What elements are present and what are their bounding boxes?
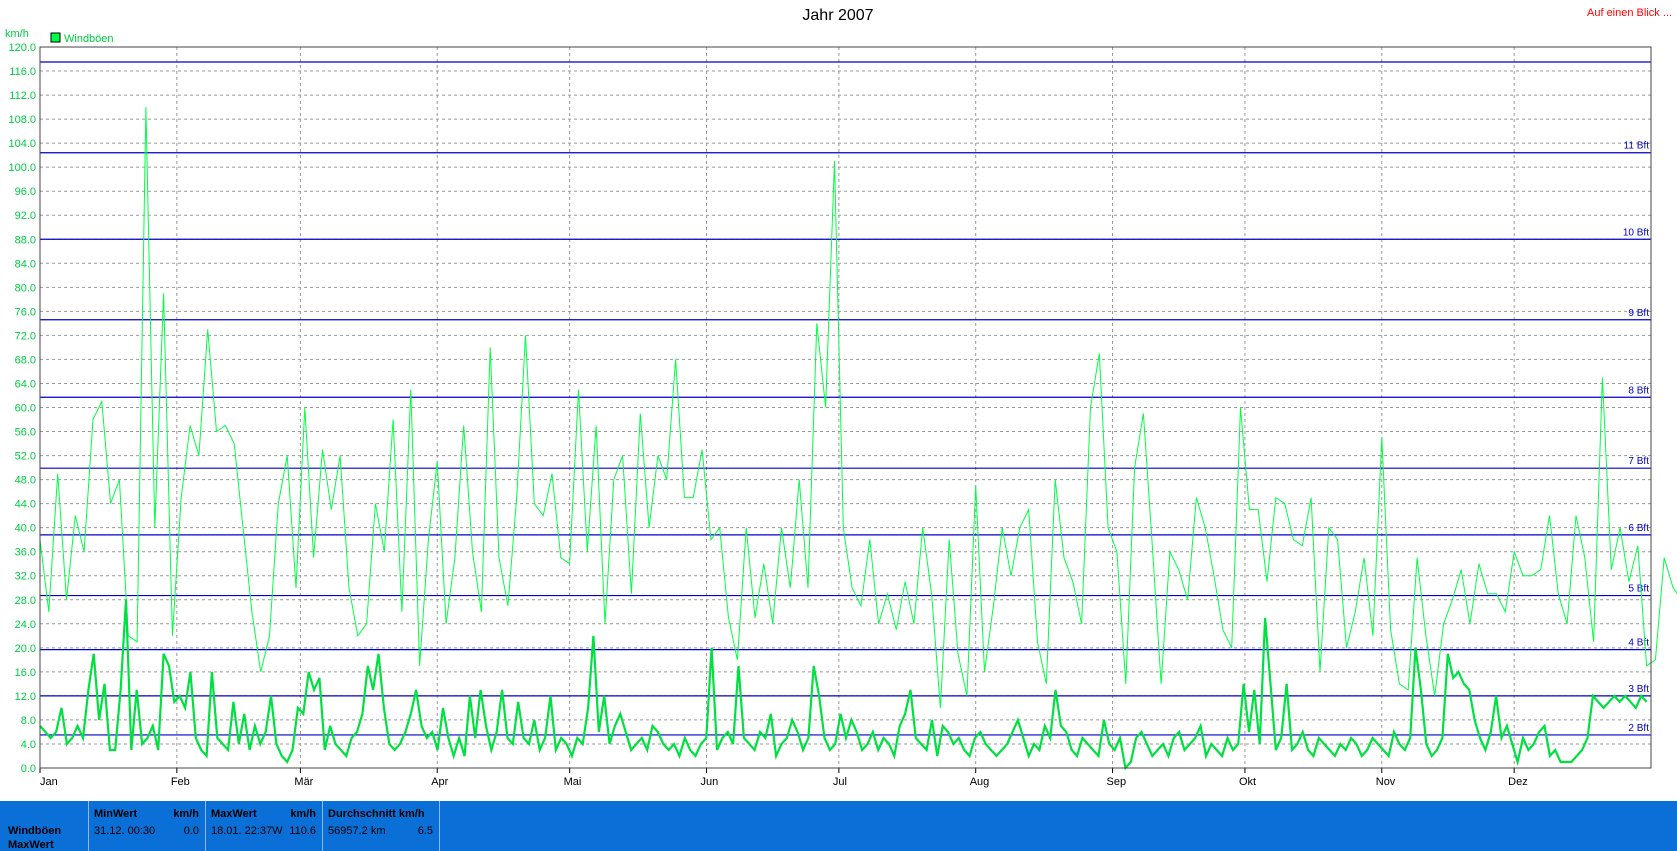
y-tick-label: 108.0 [8, 114, 36, 126]
y-axis: 0.0 4.0 8.0 12.0 16.0 20.0 24.0 28.0 32.0 36.0 40.… [8, 42, 36, 775]
x-tick-label: Apr [431, 776, 448, 788]
stats-row-label-windboeen: Windböen [8, 825, 62, 837]
y-tick-label: 8.0 [21, 715, 36, 727]
beaufort-label: 11 Bft [1624, 141, 1650, 152]
series-group [39, 107, 1677, 771]
y-tick-label: 112.0 [9, 90, 36, 102]
series-windboeen-line [39, 107, 1677, 708]
beaufort-label: 4 Bft [1628, 638, 1649, 649]
avg-value: 6.5 [417, 825, 433, 837]
x-tick-label: Okt [1239, 776, 1256, 788]
grid [40, 46, 1651, 769]
y-tick-label: 116.0 [9, 66, 36, 78]
avg-header: Durchschnitt km/h [328, 808, 425, 820]
max-unit: km/h [290, 808, 316, 820]
y-tick-label: 60.0 [15, 403, 36, 415]
min-header: MinWert [94, 808, 138, 820]
x-tick-label: Mär [294, 776, 313, 788]
y-tick-label: 100.0 [8, 162, 36, 174]
y-tick-label: 80.0 [15, 282, 36, 294]
y-tick-label: 32.0 [15, 571, 36, 583]
y-tick-label: 64.0 [15, 378, 36, 390]
y-tick-label: 0.0 [21, 763, 36, 775]
y-tick-label: 28.0 [15, 595, 36, 607]
y-tick-label: 36.0 [15, 547, 36, 559]
x-tick-label: Nov [1376, 776, 1396, 788]
chart-canvas: Jahr 2007 Auf einen Blick ... km/h Windb… [5, 7, 1677, 788]
beaufort-label: 3 Bft [1628, 684, 1649, 695]
beaufort-label: 9 Bft [1628, 308, 1649, 319]
x-tick-label: Aug [970, 776, 990, 788]
max-value: 110.6 [289, 825, 316, 837]
min-date: 31.12. 00:30 [94, 825, 156, 837]
overview-link[interactable]: Auf einen Blick ... [1587, 7, 1672, 19]
beaufort-label: 8 Bft [1628, 385, 1649, 396]
y-tick-label: 88.0 [15, 234, 36, 246]
max-date: 18.01. 22:37W [211, 825, 283, 837]
beaufort-label: 2 Bft [1628, 723, 1649, 734]
y-tick-label: 104.0 [8, 138, 36, 150]
y-tick-label: 44.0 [15, 499, 36, 511]
beaufort-lines: 2 Bft 3 Bft 4 Bft 5 Bft 6 Bft 7 Bft 8 Bft 9 Bft… [40, 61, 1651, 736]
beaufort-label: 7 Bft [1628, 456, 1649, 467]
min-unit: km/h [173, 808, 199, 820]
y-tick-label: 52.0 [15, 451, 36, 463]
beaufort-label: 5 Bft [1628, 584, 1649, 595]
avg-distance: 56957.2 km [328, 825, 386, 837]
series-windboeen-mittel-line [39, 599, 1648, 771]
y-tick-label: 12.0 [15, 691, 36, 703]
stats-bar: Windböen MaxWert MinWert km/h 31.12. 00:… [0, 801, 1677, 851]
x-tick-label: Jan [40, 776, 58, 788]
stats-row-label-maxwert: MaxWert [8, 839, 54, 851]
stats-max-column: MaxWert km/h 18.01. 22:37W 110.6 [206, 801, 323, 851]
x-tick-label: Jun [700, 776, 718, 788]
y-tick-label: 20.0 [15, 643, 36, 655]
y-tick-label: 40.0 [15, 523, 36, 535]
y-tick-label: 72.0 [15, 330, 36, 342]
x-tick-label: Dez [1508, 776, 1528, 788]
max-header: MaxWert [211, 808, 257, 820]
beaufort-label: 6 Bft [1628, 523, 1649, 534]
y-tick-label: 56.0 [15, 427, 36, 439]
x-axis: Jan Feb Mär Apr Mai Jun Jul Aug Sep Okt Nov Dez [39, 768, 1528, 788]
y-axis-unit: km/h [5, 28, 29, 40]
y-tick-label: 68.0 [15, 354, 36, 366]
x-tick-label: Mai [564, 776, 582, 788]
min-value: 0.0 [183, 825, 199, 837]
stats-min-column: MinWert km/h 31.12. 00:30 0.0 [89, 801, 206, 851]
chart-title: Jahr 2007 [802, 7, 873, 24]
x-tick-label: Jul [833, 776, 847, 788]
y-tick-label: 76.0 [15, 306, 36, 318]
y-tick-label: 96.0 [15, 186, 36, 198]
y-tick-label: 16.0 [15, 667, 36, 679]
y-tick-label: 92.0 [15, 210, 36, 222]
legend-swatch [50, 32, 61, 43]
y-tick-label: 84.0 [15, 258, 36, 270]
stats-row-labels: Windböen MaxWert [0, 801, 89, 851]
y-tick-label: 4.0 [21, 739, 36, 751]
y-tick-label: 120.0 [8, 42, 36, 54]
x-tick-label: Feb [171, 776, 190, 788]
beaufort-label: 10 Bft [1623, 227, 1649, 238]
y-tick-label: 48.0 [15, 475, 36, 487]
x-tick-label: Sep [1107, 776, 1127, 788]
legend-label: Windböen [64, 33, 114, 45]
y-tick-label: 24.0 [15, 619, 36, 631]
stats-avg-column: Durchschnitt km/h 56957.2 km 6.5 [323, 801, 440, 851]
